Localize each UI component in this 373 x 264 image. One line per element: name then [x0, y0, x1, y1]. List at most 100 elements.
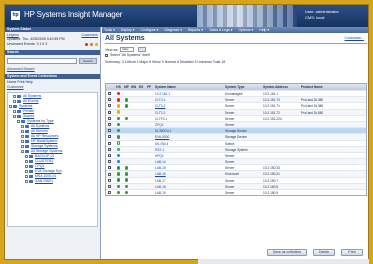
- table-row[interactable]: CLT3-2 Server 10.2.151.71 ProLiant DL380: [106, 102, 366, 108]
- table-row[interactable]: CPQ1 Server: [106, 120, 366, 128]
- row-checkbox[interactable]: [108, 184, 111, 188]
- page-customize-link[interactable]: Customize...: [345, 36, 364, 40]
- menu-item-options[interactable]: Options ▾: [239, 27, 254, 33]
- collections-customize-link[interactable]: Customize: [7, 85, 24, 89]
- expand-icon[interactable]: [25, 165, 28, 168]
- row-checkbox[interactable]: [108, 141, 111, 145]
- view-as-go-button[interactable]: [138, 47, 147, 52]
- expand-icon[interactable]: [25, 155, 28, 158]
- select-all-checkbox[interactable]: [105, 53, 108, 57]
- expand-icon[interactable]: [17, 120, 20, 123]
- system-name-link[interactable]: CLT3-1: [155, 98, 165, 102]
- menu-item-configure[interactable]: Configure ▾: [141, 27, 159, 33]
- expand-icon[interactable]: [13, 110, 16, 113]
- print-button[interactable]: Print: [341, 249, 363, 256]
- expand-icon[interactable]: [21, 125, 24, 128]
- expand-icon[interactable]: [21, 150, 24, 153]
- table-row[interactable]: HPQ1 Server: [106, 151, 366, 158]
- advanced-search-link[interactable]: Advanced Search: [7, 67, 35, 71]
- column-header[interactable]: PF: [146, 84, 154, 90]
- menu-item-reports[interactable]: Reports ▾: [188, 27, 203, 33]
- system-name-link[interactable]: HPQ1: [155, 154, 164, 158]
- system-name-link[interactable]: LAB-19: [155, 191, 166, 195]
- table-row[interactable]: CLT3-1 Server 10.2.151.70 ProLiant DL380: [106, 96, 366, 103]
- system-name-link[interactable]: LAB-15: [155, 166, 166, 170]
- expand-icon[interactable]: [25, 180, 28, 183]
- table-row[interactable]: ESX-1 Storage System: [106, 145, 366, 152]
- table-row[interactable]: CLTPC1 Server 10.2.151.224: [106, 114, 366, 121]
- row-checkbox[interactable]: [108, 116, 111, 120]
- column-header[interactable]: System Name: [154, 84, 224, 90]
- table-row[interactable]: LAB-15 Server 10.2.150.33: [106, 164, 366, 170]
- table-row[interactable]: LAB-17 Server 10.2.150.7: [106, 176, 366, 183]
- menu-item-diagnose[interactable]: Diagnose ▾: [164, 27, 182, 33]
- column-header[interactable]: [106, 84, 114, 90]
- row-checkbox[interactable]: [108, 98, 111, 102]
- column-header[interactable]: HS: [114, 84, 122, 90]
- menu-item-help[interactable]: Help ▾: [259, 27, 269, 33]
- row-checkbox[interactable]: [108, 92, 111, 96]
- save-as-collection-button[interactable]: Save as collection: [267, 249, 307, 256]
- column-header[interactable]: MP: [122, 84, 130, 90]
- system-name-link[interactable]: CLT3-3: [155, 111, 165, 115]
- expand-icon[interactable]: [9, 105, 12, 108]
- table-row[interactable]: 10.2.161.1 Unmanaged 10.2.161.1: [106, 90, 366, 96]
- expand-icon[interactable]: [21, 140, 24, 143]
- tree-item[interactable]: SAN-SW01: [9, 179, 96, 184]
- row-checkbox[interactable]: [108, 129, 111, 133]
- row-checkbox[interactable]: [108, 153, 111, 157]
- row-checkbox[interactable]: [108, 178, 111, 182]
- system-name-link[interactable]: LAB-14: [155, 160, 166, 164]
- row-checkbox[interactable]: [108, 135, 111, 139]
- row-checkbox[interactable]: [108, 191, 111, 195]
- expand-icon[interactable]: [13, 95, 16, 98]
- system-name-link[interactable]: CLT3-2: [155, 104, 165, 108]
- expand-icon[interactable]: [13, 100, 16, 103]
- expand-icon[interactable]: [25, 160, 28, 163]
- menu-item-deploy[interactable]: Deploy ▾: [121, 27, 135, 33]
- column-header[interactable]: System Type: [224, 84, 262, 90]
- system-name-link[interactable]: CPQ1: [155, 123, 164, 127]
- system-name-link[interactable]: 10.2.161.1: [155, 92, 170, 96]
- expand-icon[interactable]: [21, 135, 24, 138]
- expand-icon[interactable]: [25, 175, 28, 178]
- table-row[interactable]: LAB-14 Server: [106, 158, 366, 165]
- row-checkbox[interactable]: [108, 123, 111, 127]
- table-row[interactable]: LAB-16 Enclosure 10.2.150.31: [106, 170, 366, 177]
- expand-icon[interactable]: [21, 130, 24, 133]
- search-input[interactable]: [7, 58, 77, 64]
- row-checkbox[interactable]: [108, 110, 111, 114]
- column-header[interactable]: ES: [138, 84, 146, 90]
- row-checkbox[interactable]: [108, 166, 111, 170]
- row-checkbox[interactable]: [108, 147, 111, 151]
- search-button[interactable]: Search: [79, 58, 97, 64]
- table-row[interactable]: CLT3-3 Server 10.2.151.72 ProLiant DL580: [106, 108, 366, 115]
- table-row[interactable]: DS-SW-4 Switch: [106, 139, 366, 146]
- status-customize-link[interactable]: Customize: [81, 33, 98, 37]
- column-header[interactable]: SW: [130, 84, 138, 90]
- menu-item-tools[interactable]: Tools ▾: [104, 27, 115, 33]
- table-row[interactable]: LAB-18 Server 10.2.150.8: [106, 182, 366, 189]
- view-as-select[interactable]: table: [120, 47, 135, 52]
- system-name-link[interactable]: EVA-5000: [155, 135, 169, 139]
- expand-icon[interactable]: [25, 170, 28, 173]
- table-row[interactable]: EVA-5000 Storage Device: [106, 133, 366, 140]
- system-name-link[interactable]: LAB-16: [155, 172, 166, 176]
- row-checkbox[interactable]: [108, 104, 111, 108]
- delete-button[interactable]: Delete: [313, 249, 335, 256]
- system-name-link[interactable]: DS-SW-4: [155, 142, 168, 146]
- system-name-link[interactable]: ESX-1: [155, 148, 164, 152]
- row-checkbox[interactable]: [108, 172, 111, 176]
- table-row[interactable]: DL380G4-1 Storage Device: [106, 127, 366, 134]
- system-name-link[interactable]: LAB-18: [155, 185, 166, 189]
- system-name-link[interactable]: LAB-17: [155, 179, 166, 183]
- expand-icon[interactable]: [13, 115, 16, 118]
- expand-icon[interactable]: [21, 145, 24, 148]
- row-checkbox[interactable]: [108, 160, 111, 164]
- system-name-link[interactable]: DL380G4-1: [155, 129, 171, 133]
- column-header[interactable]: System Address: [262, 84, 300, 90]
- system-name-link[interactable]: CLTPC1: [155, 117, 167, 121]
- menu-item-tasks-logs[interactable]: Tasks & Logs ▾: [209, 27, 233, 33]
- table-row[interactable]: LAB-19 Server 10.2.150.9: [106, 189, 366, 195]
- column-header[interactable]: Product Name: [300, 84, 345, 90]
